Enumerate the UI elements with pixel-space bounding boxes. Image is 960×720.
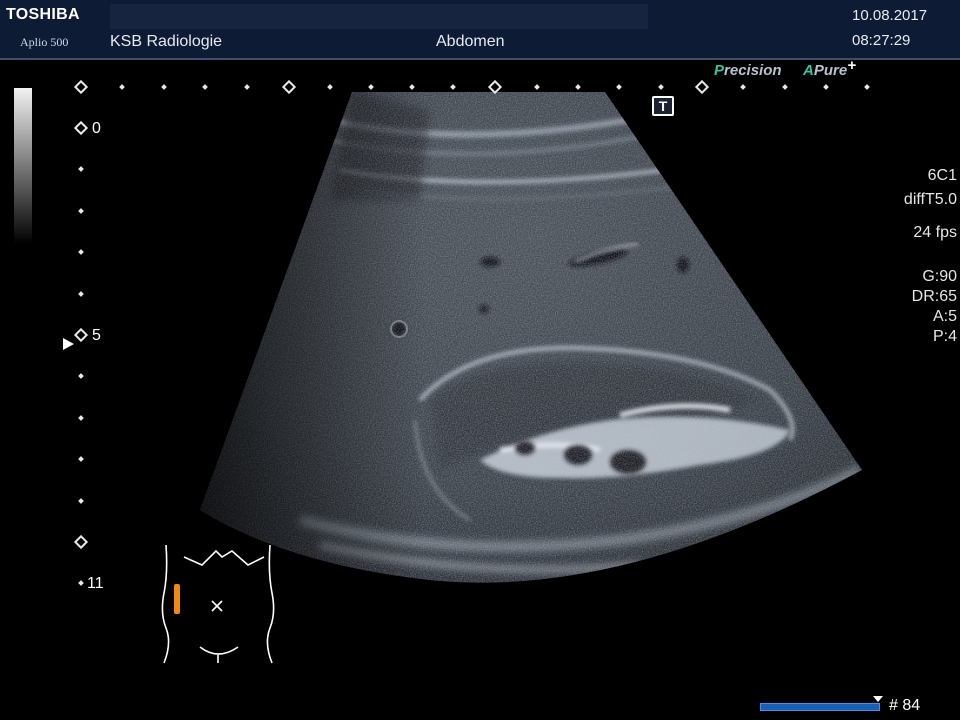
focus-position-marker[interactable] [63, 338, 74, 350]
preset-name: diffT5.0 [903, 191, 957, 208]
probe-position-marker [174, 584, 180, 614]
depth-label-11: 11 [87, 575, 104, 592]
gain-value: G:90 [922, 268, 957, 285]
cine-position-marker[interactable] [873, 696, 883, 702]
probe-name: 6C1 [927, 167, 957, 184]
depth-label-0: 0 [92, 120, 101, 137]
frame-rate: 24 fps [913, 224, 957, 241]
ultrasound-screen: TOSHIBA Aplio 500 KSB Radiologie Abdomen… [0, 0, 960, 720]
depth-label-5: 5 [92, 327, 101, 344]
acoustic-power-value: A:5 [932, 308, 957, 325]
dynamic-range-value: DR:65 [911, 288, 957, 305]
cine-progress-bar[interactable] [760, 703, 880, 711]
body-marker-icon[interactable] [158, 543, 278, 668]
frame-number: # 84 [889, 697, 921, 714]
persistence-value: P:4 [932, 328, 957, 345]
text-annotation-label: T [654, 98, 672, 114]
text-annotation-button[interactable]: T [652, 96, 674, 116]
ultrasound-image [200, 92, 862, 583]
